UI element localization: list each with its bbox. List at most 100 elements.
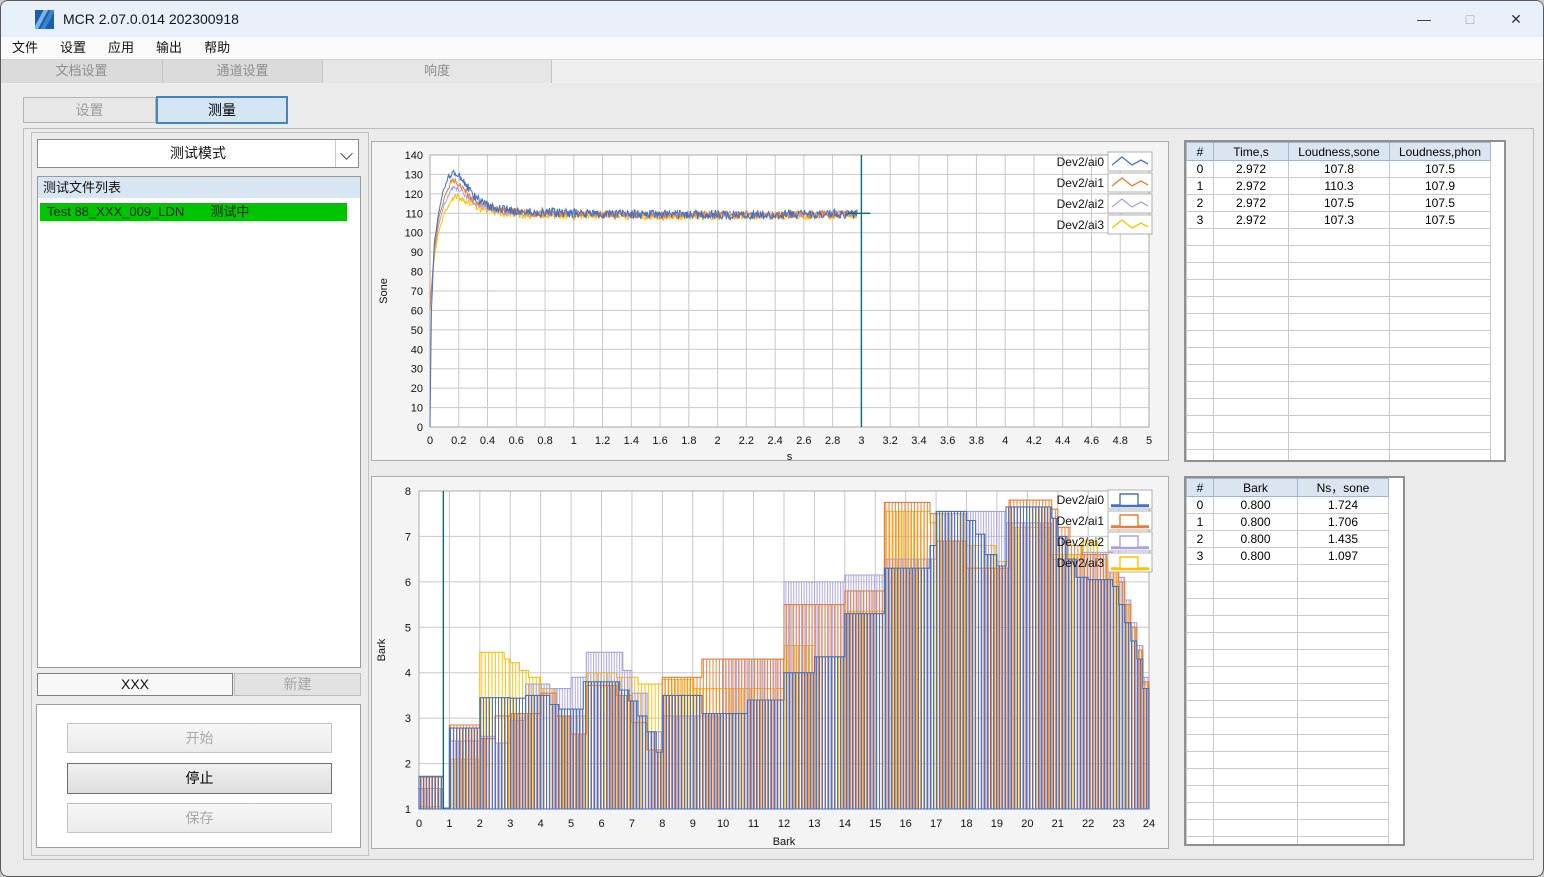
cell[interactable] [1186, 632, 1214, 650]
cell[interactable] [1186, 751, 1214, 769]
cell[interactable] [1213, 683, 1298, 701]
close-icon[interactable]: ✕ [1493, 1, 1539, 37]
cell[interactable] [1186, 398, 1214, 416]
table-row-empty[interactable] [1186, 432, 1491, 450]
cell[interactable] [1288, 296, 1390, 314]
cell[interactable] [1186, 415, 1214, 433]
cell[interactable] [1186, 364, 1214, 382]
cell[interactable] [1297, 564, 1389, 582]
cell[interactable] [1213, 615, 1298, 633]
table-row[interactable]: 3 0.800 1.097 [1186, 547, 1389, 565]
cell[interactable] [1213, 330, 1289, 348]
cell[interactable] [1186, 802, 1214, 820]
cell[interactable]: 3 [1186, 211, 1214, 229]
cell[interactable] [1213, 313, 1289, 331]
dropdown-button[interactable] [335, 140, 358, 167]
cell[interactable] [1213, 734, 1298, 752]
cell[interactable]: 3 [1186, 547, 1214, 565]
cell[interactable] [1297, 768, 1389, 786]
cell[interactable] [1213, 398, 1289, 416]
cell[interactable] [1389, 313, 1491, 331]
cell[interactable] [1186, 381, 1214, 399]
cell[interactable] [1186, 313, 1214, 331]
cell[interactable] [1213, 751, 1298, 769]
table-row-empty[interactable] [1186, 449, 1491, 460]
table-row-empty[interactable] [1186, 330, 1491, 348]
cell[interactable] [1297, 836, 1389, 844]
table-row-empty[interactable] [1186, 751, 1389, 769]
cell[interactable]: 1.097 [1297, 547, 1389, 565]
save-button[interactable]: 保存 [67, 803, 332, 833]
cell[interactable] [1297, 683, 1389, 701]
cell[interactable] [1186, 666, 1214, 684]
tab-3[interactable]: 响度 [323, 60, 552, 83]
cell[interactable] [1186, 245, 1214, 263]
cell[interactable]: 2.972 [1213, 160, 1289, 178]
table-row-empty[interactable] [1186, 717, 1389, 735]
stop-button[interactable]: 停止 [67, 763, 332, 794]
cell[interactable] [1213, 364, 1289, 382]
cell[interactable] [1213, 785, 1298, 803]
cell[interactable] [1213, 802, 1298, 820]
table-row-empty[interactable] [1186, 836, 1389, 844]
cell[interactable] [1186, 330, 1214, 348]
start-button[interactable]: 开始 [67, 723, 332, 753]
table-row-empty[interactable] [1186, 615, 1389, 633]
cell[interactable] [1186, 836, 1214, 844]
cell[interactable] [1389, 449, 1491, 460]
cell[interactable] [1213, 632, 1298, 650]
cell[interactable] [1389, 347, 1491, 365]
cell[interactable] [1297, 649, 1389, 667]
cell[interactable]: 0.800 [1213, 530, 1298, 548]
cell[interactable] [1297, 819, 1389, 837]
subtab-measure[interactable]: 测量 [156, 96, 288, 124]
cell[interactable]: 0.800 [1213, 496, 1298, 514]
cell[interactable] [1213, 279, 1289, 297]
table-row-empty[interactable] [1186, 415, 1491, 433]
table-row-empty[interactable] [1186, 279, 1491, 297]
cell[interactable] [1186, 262, 1214, 280]
cell[interactable] [1213, 581, 1298, 599]
cell[interactable]: 1.724 [1297, 496, 1389, 514]
cell[interactable] [1213, 819, 1298, 837]
cell[interactable]: 0 [1186, 496, 1214, 514]
cell[interactable] [1186, 683, 1214, 701]
table-row-empty[interactable] [1186, 347, 1491, 365]
cell[interactable]: 107.5 [1389, 194, 1491, 212]
cell[interactable] [1389, 364, 1491, 382]
menu-item[interactable]: 设置 [49, 37, 97, 59]
cell[interactable] [1297, 734, 1389, 752]
cell[interactable] [1297, 632, 1389, 650]
cell[interactable] [1288, 330, 1390, 348]
cell[interactable] [1297, 615, 1389, 633]
table-row[interactable]: 0 0.800 1.724 [1186, 496, 1389, 514]
table-row-empty[interactable] [1186, 262, 1491, 280]
table-row-empty[interactable] [1186, 632, 1389, 650]
table-row[interactable]: 3 2.972 107.3 107.5 [1186, 211, 1491, 229]
cell[interactable]: 2.972 [1213, 177, 1289, 195]
cell[interactable] [1213, 415, 1289, 433]
cell[interactable] [1288, 347, 1390, 365]
cell[interactable] [1288, 364, 1390, 382]
cell[interactable] [1186, 296, 1214, 314]
cell[interactable] [1213, 245, 1289, 263]
cell[interactable] [1297, 581, 1389, 599]
cell[interactable] [1213, 296, 1289, 314]
cell[interactable]: 0.800 [1213, 547, 1298, 565]
table-row-empty[interactable] [1186, 734, 1389, 752]
cell[interactable] [1186, 228, 1214, 246]
cell[interactable]: 107.3 [1288, 211, 1390, 229]
cell[interactable]: 107.5 [1288, 194, 1390, 212]
cell[interactable] [1186, 649, 1214, 667]
cell[interactable]: 107.5 [1389, 160, 1491, 178]
cell[interactable] [1186, 564, 1214, 582]
cell[interactable] [1389, 330, 1491, 348]
cell[interactable] [1297, 785, 1389, 803]
cell[interactable]: 2 [1186, 194, 1214, 212]
cell[interactable]: 107.8 [1288, 160, 1390, 178]
cell[interactable] [1213, 449, 1289, 460]
cell[interactable]: 1 [1186, 177, 1214, 195]
table-row-empty[interactable] [1186, 398, 1491, 416]
menu-item[interactable]: 应用 [97, 37, 145, 59]
cell[interactable] [1389, 398, 1491, 416]
